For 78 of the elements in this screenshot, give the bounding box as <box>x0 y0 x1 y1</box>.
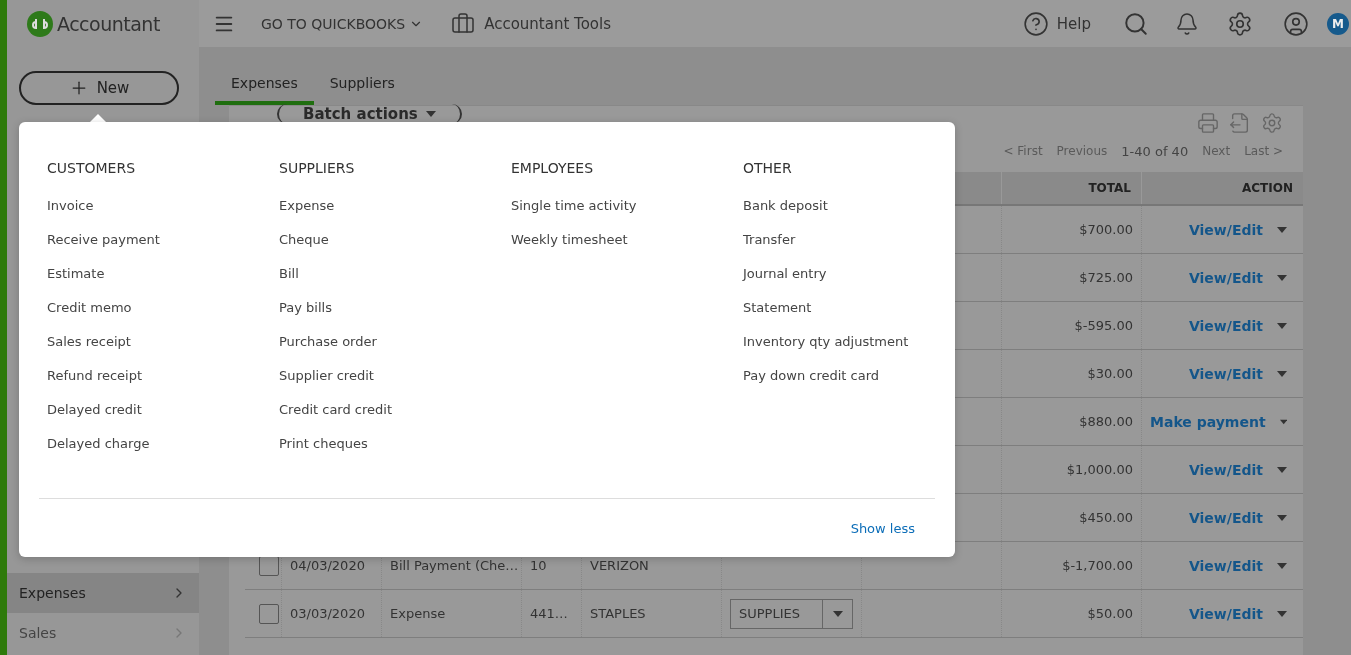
table-cell: 04/03/2020 <box>290 558 365 573</box>
table-cell: $700.00 <box>1079 222 1133 237</box>
table-cell: $880.00 <box>1079 414 1133 429</box>
section-heading: SUPPLIERS <box>279 160 356 176</box>
help-link[interactable]: Help <box>1056 14 1091 33</box>
bell-icon[interactable] <box>1175 11 1199 36</box>
menu-item[interactable]: Inventory qty adjustment <box>743 334 975 349</box>
caret-icon <box>832 610 843 617</box>
table-cell: Expense <box>390 606 446 621</box>
menu-item[interactable]: Pay down credit card <box>743 368 975 383</box>
table-cell: 03/03/2020 <box>290 606 365 621</box>
menu-item[interactable]: Receive payment <box>47 232 279 247</box>
menu-item[interactable]: Transfer <box>743 232 975 247</box>
caret-icon[interactable] <box>1277 466 1287 473</box>
menu-item[interactable]: Weekly timesheet <box>511 232 743 247</box>
briefcase-icon[interactable] <box>451 11 476 36</box>
menu-item[interactable]: Invoice <box>47 198 279 213</box>
menu-item[interactable]: Purchase order <box>279 334 511 349</box>
table-cell: Bill Payment (Che… <box>390 558 519 573</box>
row-checkbox[interactable] <box>259 603 279 624</box>
caret-icon[interactable] <box>1277 370 1287 377</box>
show-less-link[interactable]: Show less <box>850 520 915 536</box>
category-select[interactable]: SUPPLIES <box>730 598 853 629</box>
menu-item[interactable]: Credit memo <box>47 300 279 315</box>
menu-item[interactable]: Statement <box>743 300 975 315</box>
search-icon[interactable] <box>1123 10 1149 37</box>
menu-item[interactable]: Sales receipt <box>47 334 279 349</box>
menu-item[interactable]: Credit card credit <box>279 402 511 417</box>
table-cell: VERIZON <box>590 558 649 573</box>
caret-icon[interactable] <box>1277 514 1287 521</box>
menu-item[interactable]: Pay bills <box>279 300 511 315</box>
table-cell: $50.00 <box>1087 606 1133 621</box>
menu-item[interactable]: Expense <box>279 198 511 213</box>
avatar[interactable]: M <box>1327 12 1349 35</box>
sidebar-item[interactable]: Sales <box>7 613 199 653</box>
menu-item[interactable]: Refund receipt <box>47 368 279 383</box>
column-header[interactable]: ACTION <box>1141 172 1303 204</box>
menu-item[interactable]: Delayed credit <box>47 402 279 417</box>
menu-item[interactable]: Bank deposit <box>743 198 975 213</box>
table-cell: $30.00 <box>1087 366 1133 381</box>
section-heading: OTHER <box>743 160 793 176</box>
column-header[interactable]: TOTAL <box>1001 172 1141 204</box>
caret-icon[interactable] <box>1277 562 1287 569</box>
page-range: 1-40 of 40 <box>1121 144 1189 159</box>
menu-item[interactable]: Supplier credit <box>279 368 511 383</box>
tab[interactable]: Suppliers <box>313 67 411 105</box>
table-cell: $725.00 <box>1079 270 1133 285</box>
caret-icon[interactable] <box>1277 226 1287 233</box>
table-cell: STAPLES <box>590 606 646 621</box>
caret-icon[interactable] <box>1277 610 1287 617</box>
go-to-quickbooks-menu[interactable]: GO TO QUICKBOOKS <box>261 15 424 32</box>
section-heading: EMPLOYEES <box>511 160 595 176</box>
menu-item[interactable]: Print cheques <box>279 436 511 451</box>
caret-icon[interactable] <box>1277 322 1287 329</box>
table-cell: 10 <box>530 558 547 573</box>
user-icon[interactable] <box>1283 10 1309 37</box>
help-icon[interactable] <box>1022 10 1049 37</box>
settings-icon[interactable] <box>1227 10 1253 37</box>
table-cell: $-1,700.00 <box>1062 558 1133 573</box>
new-button[interactable]: New <box>19 71 179 105</box>
accountant-tools-link[interactable]: Accountant Tools <box>484 14 612 33</box>
caret-icon <box>425 111 436 117</box>
table-cell: $1,000.00 <box>1066 462 1133 477</box>
menu-item[interactable]: Journal entry <box>743 266 975 281</box>
menu-item[interactable]: Estimate <box>47 266 279 281</box>
section-heading: CUSTOMERS <box>47 160 137 176</box>
menu-item[interactable]: Delayed charge <box>47 436 279 451</box>
sidebar-item[interactable]: Expenses <box>7 573 199 613</box>
menu-item[interactable]: Bill <box>279 266 511 281</box>
table-cell: $-595.00 <box>1074 318 1133 333</box>
caret-icon[interactable] <box>1279 418 1287 425</box>
menu-item[interactable]: Single time activity <box>511 198 743 213</box>
menu-item[interactable]: Cheque <box>279 232 511 247</box>
logo-icon <box>27 10 53 37</box>
caret-icon[interactable] <box>1277 274 1287 281</box>
table-cell: 441… <box>530 606 568 621</box>
brand-name: Accountant <box>57 12 160 35</box>
table-cell: $450.00 <box>1079 510 1133 525</box>
